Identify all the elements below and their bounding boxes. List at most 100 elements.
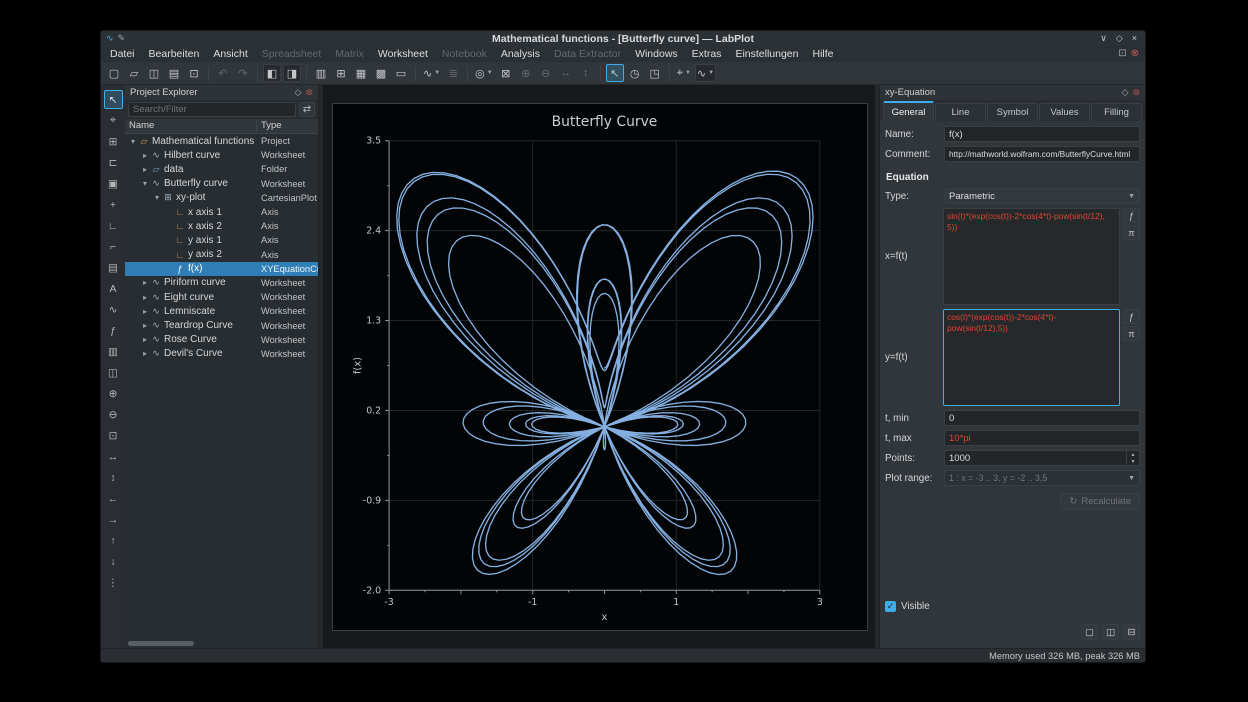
- worksheet-view[interactable]: -3-1133.52.41.30.2-0.9-2.0Butterfly Curv…: [323, 85, 875, 648]
- menu-analysis[interactable]: Analysis: [494, 46, 547, 62]
- shift-up-y-button[interactable]: ↑: [104, 531, 123, 550]
- tree-row-xy-plot[interactable]: ▾⊞xy-plotCartesianPlot: [125, 191, 318, 205]
- float-dock-icon[interactable]: ◇: [295, 88, 302, 97]
- add-plot-origin-button[interactable]: +: [104, 195, 123, 214]
- search-input[interactable]: [128, 102, 296, 117]
- plot-mouse-mode-button[interactable]: ⌖▼: [675, 64, 693, 82]
- save-project-button[interactable]: ◫: [145, 64, 163, 82]
- load-function-button[interactable]: ▢: [1081, 624, 1098, 640]
- chevron-down-icon[interactable]: ▼: [487, 70, 493, 76]
- tree-row-x-axis-2[interactable]: ∟x axis 2Axis: [125, 219, 318, 233]
- tree-row-x-axis-1[interactable]: ∟x axis 1Axis: [125, 205, 318, 219]
- tree-row-rose-curve[interactable]: ▸∿Rose CurveWorksheet: [125, 333, 318, 347]
- points-stepper[interactable]: ▲ ▼: [944, 450, 1140, 466]
- tree-row-mathematical-functions[interactable]: ▾▱Mathematical functionsProject: [125, 134, 318, 148]
- tree-expander-icon[interactable]: ▾: [140, 179, 150, 188]
- x-axis-title[interactable]: x: [602, 612, 608, 623]
- add-legend-button[interactable]: ▤: [104, 258, 123, 277]
- select-mode-button[interactable]: ↖: [606, 64, 624, 82]
- filter-options-button[interactable]: ⇄: [299, 102, 315, 117]
- horizontal-scrollbar[interactable]: [128, 641, 194, 646]
- chevron-down-icon[interactable]: ▼: [708, 70, 714, 76]
- tmin-field[interactable]: [944, 410, 1140, 426]
- shift-right-x-button[interactable]: →: [104, 510, 123, 529]
- tree-row-lemniscate[interactable]: ▸∿LemniscateWorksheet: [125, 304, 318, 318]
- new-worksheet-button[interactable]: ▭: [392, 64, 410, 82]
- properties-header[interactable]: xy-Equation ◇ ⊗: [880, 85, 1145, 100]
- print-preview-button[interactable]: ⊡: [185, 64, 203, 82]
- presenter-mode-button[interactable]: ◷: [626, 64, 644, 82]
- comment-field[interactable]: [944, 146, 1140, 162]
- add-plot-centered-button[interactable]: ▣: [104, 174, 123, 193]
- float-dock-icon[interactable]: ◇: [1122, 88, 1129, 97]
- tab-symbol[interactable]: Symbol: [987, 103, 1038, 121]
- shift-left-x-button[interactable]: ←: [104, 489, 123, 508]
- menu-extras[interactable]: Extras: [685, 46, 729, 62]
- tree-expander-icon[interactable]: ▸: [140, 349, 150, 358]
- menu-worksheet[interactable]: Worksheet: [371, 46, 435, 62]
- points-field[interactable]: [945, 451, 1126, 465]
- insert-function-button[interactable]: ƒ: [1123, 309, 1140, 324]
- add-y-axis-button[interactable]: ⌐: [104, 237, 123, 256]
- zoom-mode-button[interactable]: ◎▼: [473, 64, 495, 82]
- save-function-button[interactable]: ◫: [1102, 624, 1119, 640]
- insert-function-button[interactable]: ƒ: [1123, 208, 1140, 223]
- new-plot-button[interactable]: ∿▼: [421, 64, 442, 82]
- tree-expander-icon[interactable]: ▸: [140, 278, 150, 287]
- menu-bearbeiten[interactable]: Bearbeiten: [142, 46, 207, 62]
- tree-expander-icon[interactable]: ▸: [140, 307, 150, 316]
- select-tool-button[interactable]: ↖: [104, 90, 123, 109]
- new-matrix-button[interactable]: ▩: [372, 64, 390, 82]
- tree-row-teardrop-curve[interactable]: ▸∿Teardrop CurveWorksheet: [125, 318, 318, 332]
- tree-row-f-x[interactable]: ƒf(x)XYEquationCurve: [125, 262, 318, 276]
- menu-hilfe[interactable]: Hilfe: [805, 46, 840, 62]
- chevron-down-icon[interactable]: ▼: [685, 70, 691, 76]
- titlebar[interactable]: ∿ ✎ Mathematical functions - [Butterfly …: [101, 31, 1145, 46]
- shift-down-y-button[interactable]: ↓: [104, 552, 123, 571]
- tree-expander-icon[interactable]: ▸: [140, 151, 150, 160]
- tab-values[interactable]: Values: [1039, 103, 1090, 121]
- tab-filling[interactable]: Filling: [1091, 103, 1142, 121]
- butterfly-plot[interactable]: -3-1133.52.41.30.2-0.9-2.0Butterfly Curv…: [333, 104, 867, 630]
- worksheet-page[interactable]: -3-1133.52.41.30.2-0.9-2.0Butterfly Curv…: [332, 103, 868, 631]
- plot-title[interactable]: Butterfly Curve: [552, 114, 658, 130]
- tmax-field[interactable]: [944, 430, 1140, 446]
- tree-row-y-axis-1[interactable]: ∟y axis 1Axis: [125, 233, 318, 247]
- zoom-out-plot-button[interactable]: ⊖: [104, 405, 123, 424]
- y-axis-title[interactable]: f(x): [352, 357, 363, 374]
- new-project-button[interactable]: ▢: [105, 64, 123, 82]
- open-project-button[interactable]: ▱: [125, 64, 143, 82]
- y-equation-field[interactable]: cos(t)*(exp(cos(t))-2*cos(4*t)-pow(sin(t…: [943, 309, 1120, 406]
- add-x-axis-button[interactable]: ∟: [104, 216, 123, 235]
- add-curve-button[interactable]: ∿: [104, 300, 123, 319]
- tree-expander-icon[interactable]: ▸: [140, 321, 150, 330]
- print-button[interactable]: ▤: [165, 64, 183, 82]
- zoom-in-plot-button[interactable]: ⊕: [104, 384, 123, 403]
- close-dock-icon[interactable]: ⊗: [305, 88, 313, 97]
- column-name[interactable]: Name: [125, 119, 257, 133]
- close-button[interactable]: ×: [1132, 34, 1137, 43]
- menu-ansicht[interactable]: Ansicht: [206, 46, 254, 62]
- fit-page-button[interactable]: ⊠: [497, 64, 515, 82]
- tree-expander-icon[interactable]: ▸: [140, 293, 150, 302]
- tree-expander-icon[interactable]: ▾: [152, 193, 162, 202]
- visible-checkbox[interactable]: ✓: [885, 601, 896, 612]
- tab-line[interactable]: Line: [935, 103, 986, 121]
- menu-datei[interactable]: Datei: [103, 46, 142, 62]
- new-folder-button[interactable]: ▥: [312, 64, 330, 82]
- insert-constant-button[interactable]: π: [1123, 225, 1140, 240]
- new-workbook-button[interactable]: ⊞: [332, 64, 350, 82]
- save-default-button[interactable]: ⊟: [1123, 624, 1140, 640]
- tree-row-butterfly-curve[interactable]: ▾∿Butterfly curveWorksheet: [125, 177, 318, 191]
- tree-row-devil-s-curve[interactable]: ▸∿Devil's CurveWorksheet: [125, 347, 318, 361]
- add-boxplot-button[interactable]: ◫: [104, 363, 123, 382]
- chevron-down-icon[interactable]: ▼: [434, 70, 440, 76]
- crosshair-tool-button[interactable]: ⌖: [104, 111, 123, 130]
- butterfly-curve[interactable]: [397, 171, 813, 574]
- restore-subwindow-button[interactable]: ⊡: [1118, 49, 1126, 59]
- fullscreen-button[interactable]: ◳: [646, 64, 664, 82]
- add-histogram-button[interactable]: ▥: [104, 342, 123, 361]
- project-explorer-header[interactable]: Project Explorer ◇ ⊗: [125, 85, 318, 100]
- tree-row-piriform-curve[interactable]: ▸∿Piriform curveWorksheet: [125, 276, 318, 290]
- spin-down-icon[interactable]: ▼: [1127, 458, 1139, 465]
